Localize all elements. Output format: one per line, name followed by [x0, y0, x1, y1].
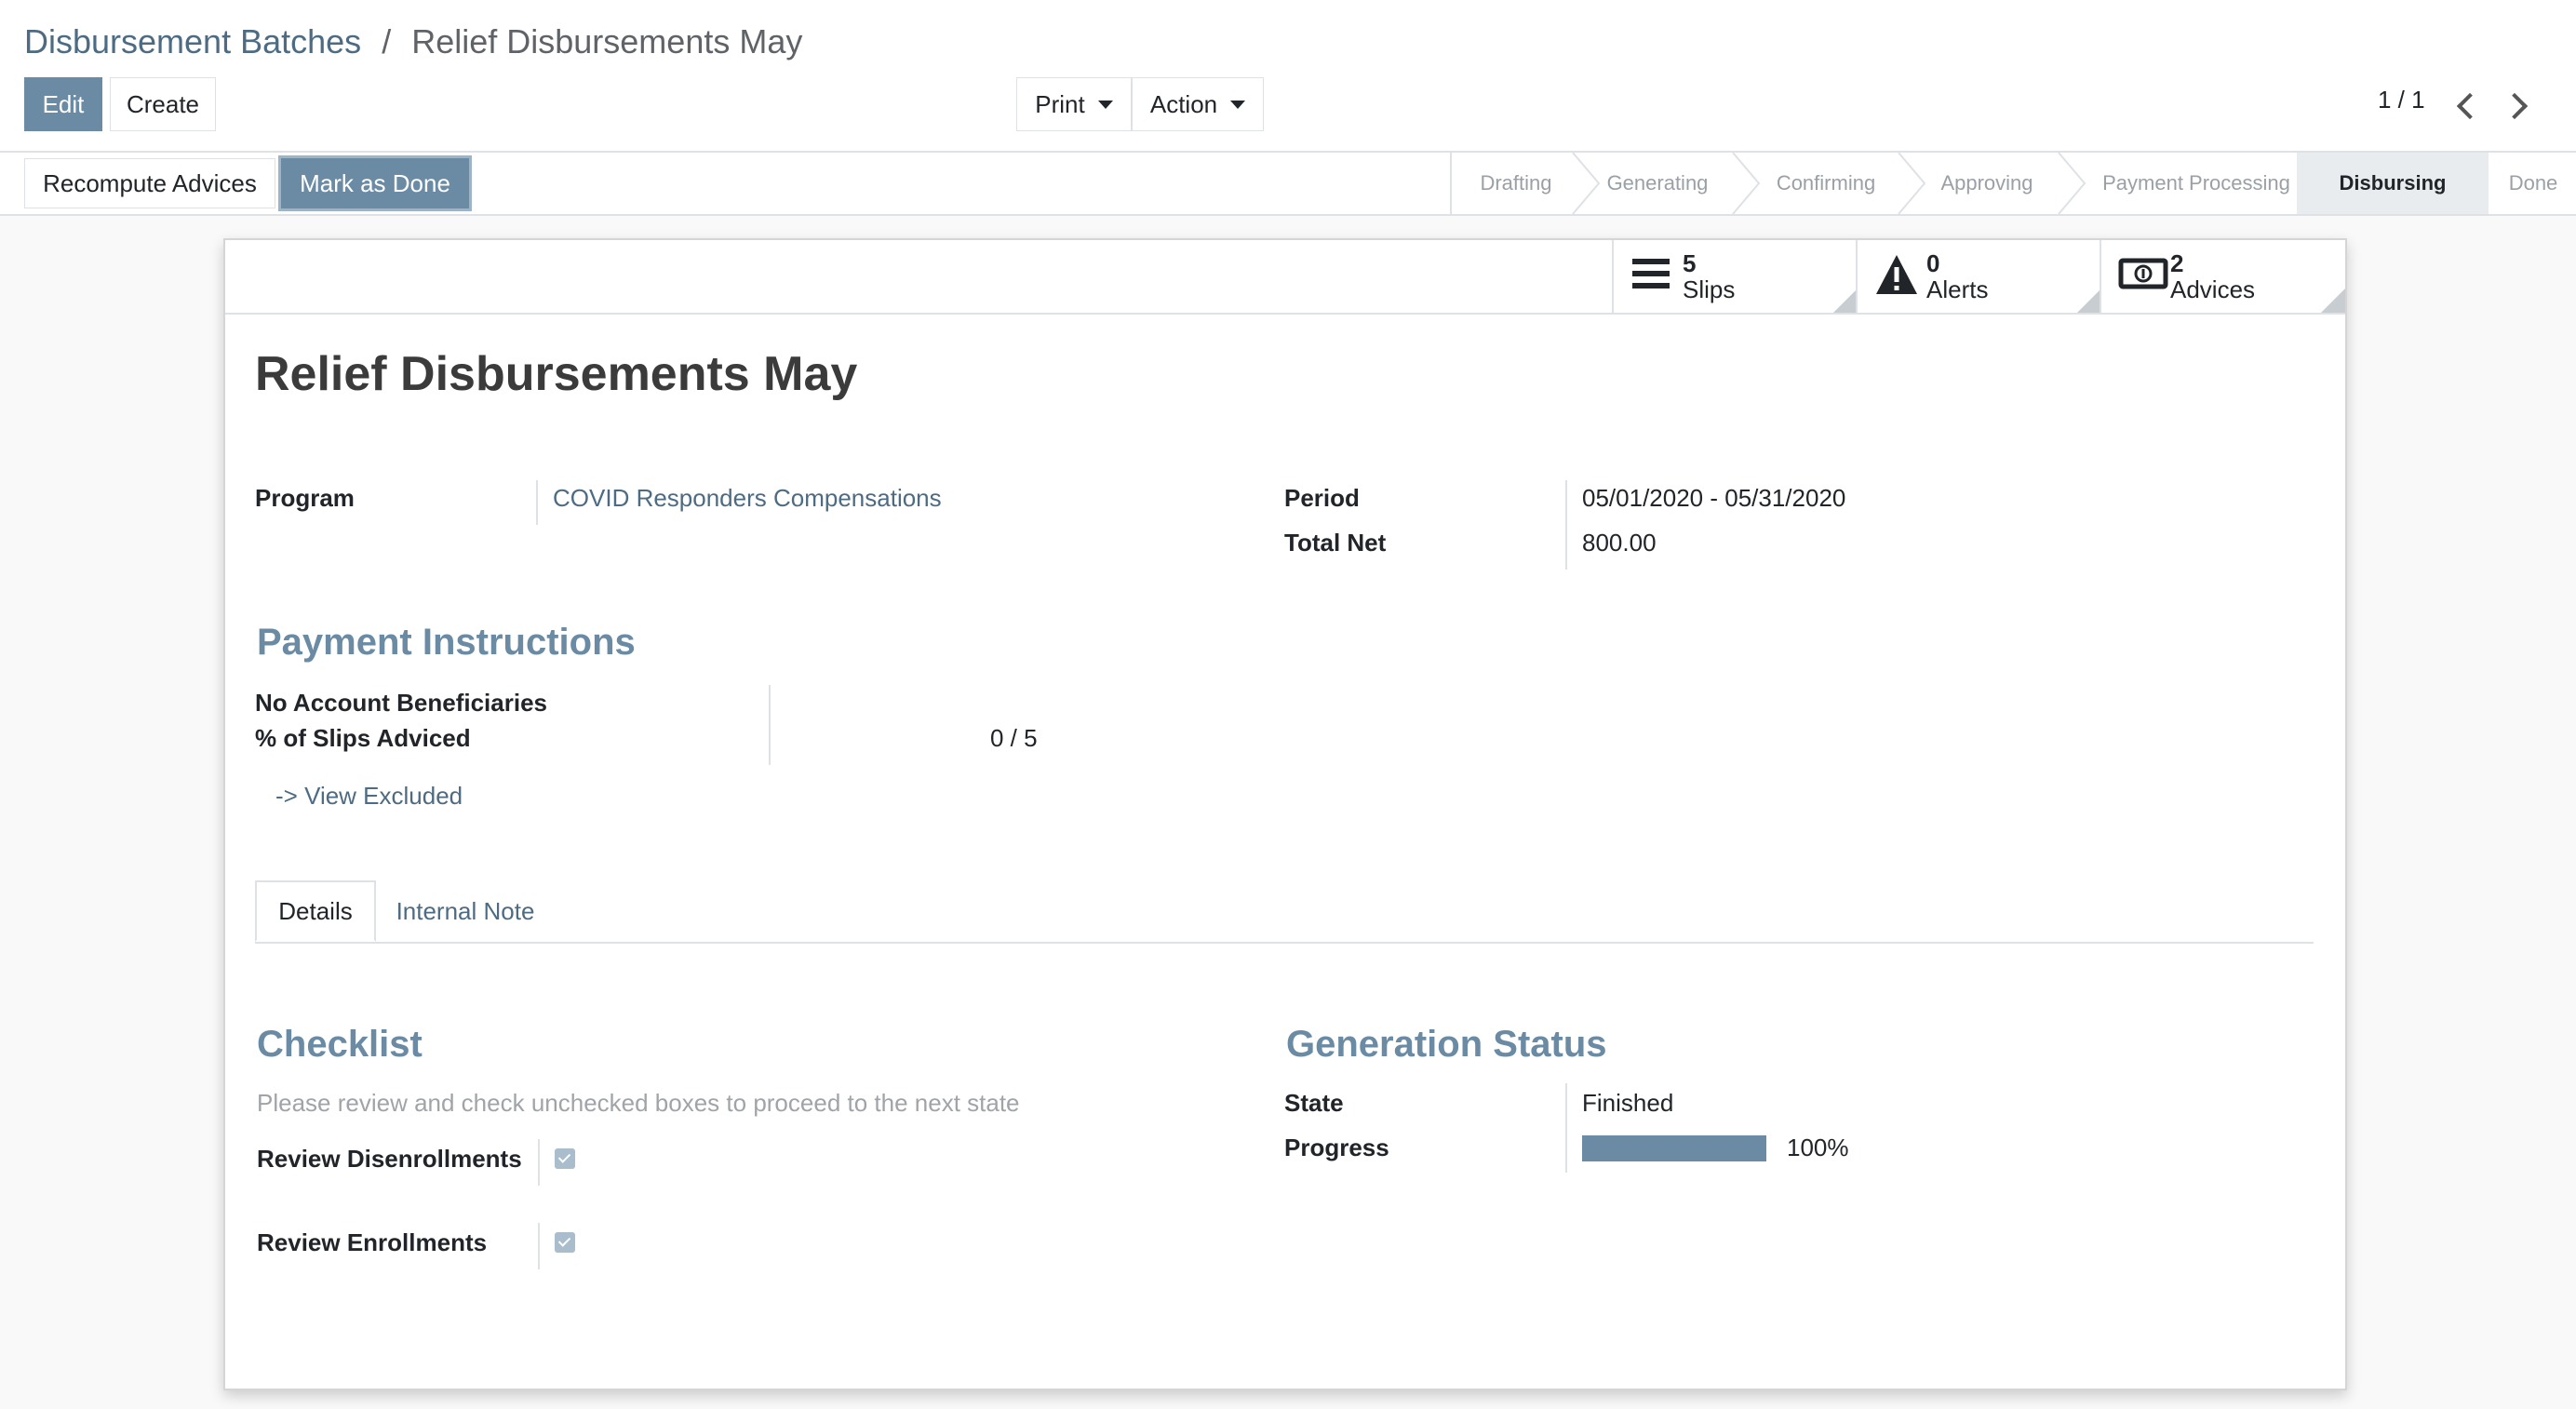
breadcrumb-current: Relief Disbursements May [411, 22, 803, 60]
checklist-hint: Please review and check unchecked boxes … [257, 1089, 1020, 1117]
record-title: Relief Disbursements May [255, 347, 858, 401]
alerts-label: Alerts [1926, 275, 1989, 303]
stage-confirming[interactable]: Confirming [1744, 153, 1908, 214]
review-enrollments-checkbox[interactable] [555, 1232, 575, 1253]
checklist-heading: Checklist [257, 1024, 423, 1065]
status-bar: Recompute Advices Mark as Done Drafting … [0, 153, 2576, 216]
field-divider [538, 1139, 540, 1186]
edit-button[interactable]: Edit [24, 77, 102, 131]
state-value: Finished [1582, 1089, 1674, 1117]
print-dropdown[interactable]: Print [1016, 77, 1132, 131]
slips-adviced-value: 0 / 5 [990, 724, 1038, 752]
action-dropdown[interactable]: Action [1132, 77, 1264, 131]
progress-bar-fill [1582, 1135, 1766, 1161]
stage-pipeline: Drafting Generating Confirming Approving… [1450, 153, 2576, 214]
breadcrumb-parent-link[interactable]: Disbursement Batches [24, 22, 361, 60]
corner-fold [1833, 289, 1858, 313]
program-link[interactable]: COVID Responders Compensations [553, 484, 942, 513]
progress-label: Progress [1284, 1134, 1389, 1161]
period-label: Period [1284, 484, 1360, 512]
chevron-right-icon[interactable] [2501, 92, 2529, 120]
control-panel: Disbursement Batches / Relief Disburseme… [0, 0, 2576, 153]
breadcrumb: Disbursement Batches / Relief Disburseme… [24, 17, 802, 67]
warning-icon [1876, 255, 1917, 294]
review-disenrollments-checkbox[interactable] [555, 1148, 575, 1169]
caret-down-icon [1097, 100, 1113, 109]
alerts-smart-button[interactable]: 0 Alerts [1856, 240, 2101, 313]
advices-smart-button[interactable]: 2 Advices [2100, 240, 2345, 313]
print-label: Print [1035, 89, 1085, 118]
period-value: 05/01/2020 - 05/31/2020 [1582, 484, 1846, 512]
caret-down-icon [1230, 100, 1246, 109]
total-net-value: 800.00 [1582, 529, 1657, 557]
program-label: Program [255, 484, 355, 512]
money-icon [2118, 258, 2168, 289]
field-divider [1565, 1083, 1567, 1173]
alerts-count: 0 [1926, 249, 1940, 277]
corner-fold [2321, 289, 2345, 313]
slips-smart-button[interactable]: 5 Slips [1612, 240, 1858, 313]
total-net-label: Total Net [1284, 529, 1387, 557]
stage-generating[interactable]: Generating [1582, 153, 1733, 214]
mark-as-done-button[interactable]: Mark as Done [278, 155, 472, 211]
recompute-advices-button[interactable]: Recompute Advices [24, 158, 275, 208]
advices-count: 2 [2170, 249, 2184, 277]
progress-value: 100% [1787, 1134, 1849, 1161]
chevron-left-icon[interactable] [2456, 92, 2484, 120]
stage-approving[interactable]: Approving [1908, 153, 2066, 214]
field-divider [536, 480, 538, 525]
slips-label: Slips [1683, 275, 1736, 303]
list-icon [1632, 259, 1670, 289]
field-divider [538, 1223, 540, 1269]
slips-adviced-label: % of Slips Adviced [255, 724, 471, 752]
review-enrollments-label: Review Enrollments [257, 1228, 488, 1256]
tab-details[interactable]: Details [255, 880, 376, 942]
smart-button-box: 5 Slips 0 Alerts 2 Advices [225, 240, 2345, 315]
stage-disbursing[interactable]: Disbursing [2297, 153, 2489, 214]
slips-count: 5 [1683, 249, 1697, 277]
notebook-tabs: Details Internal Note [255, 880, 2314, 944]
tab-internal-note[interactable]: Internal Note [376, 880, 555, 942]
corner-fold [2077, 289, 2101, 313]
advices-label: Advices [2170, 275, 2256, 303]
field-divider [1565, 480, 1567, 570]
action-label: Action [1149, 89, 1218, 118]
payment-instructions-heading: Payment Instructions [257, 622, 636, 663]
field-divider [769, 685, 771, 765]
create-button[interactable]: Create [110, 77, 216, 131]
pager-value[interactable]: 1 / 1 [2378, 86, 2425, 114]
review-disenrollments-label: Review Disenrollments [257, 1145, 522, 1173]
stage-drafting[interactable]: Drafting [1452, 153, 1580, 214]
no-account-beneficiaries-label: No Account Beneficiaries [255, 689, 548, 717]
state-label: State [1284, 1089, 1344, 1117]
form-sheet: 5 Slips 0 Alerts 2 Advices Relief Disbur… [223, 238, 2347, 1390]
generation-status-heading: Generation Status [1286, 1024, 1607, 1065]
stage-done[interactable]: Done [2489, 153, 2576, 214]
view-excluded-link[interactable]: -> View Excluded [275, 782, 463, 811]
stage-payment-processing[interactable]: Payment Processing [2070, 153, 2323, 214]
progress-bar [1582, 1135, 1766, 1161]
breadcrumb-separator: / [382, 22, 392, 60]
